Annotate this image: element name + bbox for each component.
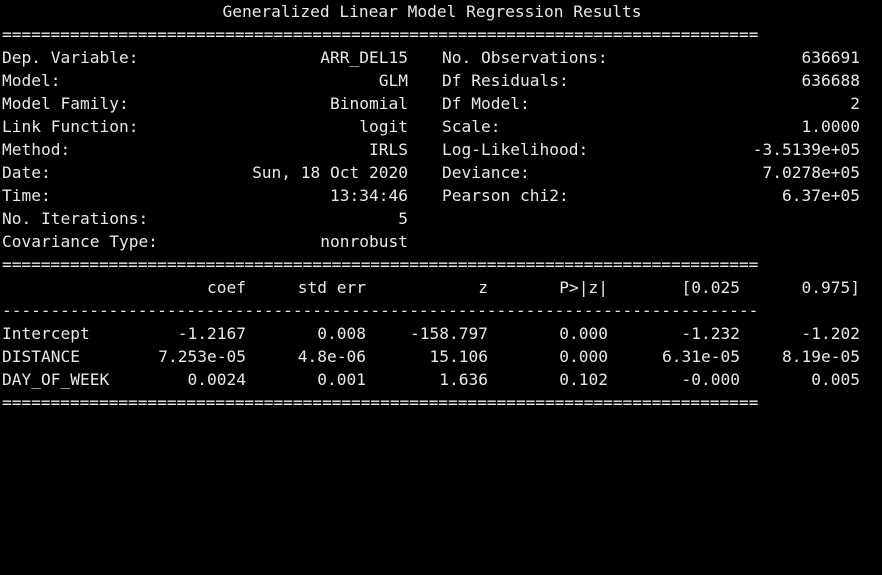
summary-left-key: Time: [2, 186, 51, 205]
summary-left-key: Method: [2, 140, 71, 159]
coef-table-header: coef std err z P>|z| [0.025 0.975] [2, 276, 880, 299]
summary-right-value: 6.37e+05 [782, 186, 860, 205]
summary-right-key: Df Model: [442, 94, 530, 113]
summary-row: Date: Sun, 18 Oct 2020 Deviance: 7.0278e… [2, 161, 880, 184]
summary-right-key: Deviance: [442, 163, 530, 182]
summary-row: Covariance Type: nonrobust [2, 230, 880, 253]
summary-left-key: Model: [2, 71, 61, 90]
summary-row: Dep. Variable: ARR_DEL15 No. Observation… [2, 46, 880, 69]
z-value: 1.636 [439, 370, 488, 389]
summary-right-value: 636688 [801, 71, 860, 90]
table-row: Intercept -1.2167 0.008 -158.797 0.000 -… [2, 322, 880, 345]
summary-right-key: Df Residuals: [442, 71, 569, 90]
ci-lower-value: -0.000 [681, 370, 740, 389]
z-value: -158.797 [410, 324, 488, 343]
double-rule-middle: ========================================… [2, 253, 880, 276]
header-z: z [478, 278, 488, 297]
coef-value: 7.253e-05 [158, 347, 246, 366]
summary-right-value: 1.0000 [801, 117, 860, 136]
std-err-value: 0.001 [317, 370, 366, 389]
summary-right-key: Log-Likelihood: [442, 140, 589, 159]
summary-left-value: GLM [378, 71, 408, 90]
summary-left-value: Sun, 18 Oct 2020 [252, 163, 408, 182]
single-rule-text: ----------------------------------------… [2, 301, 759, 320]
header-p-value: P>|z| [559, 278, 608, 297]
summary-left-key: Dep. Variable: [2, 48, 139, 67]
summary-row: Method: IRLS Log-Likelihood: -3.5139e+05 [2, 138, 880, 161]
summary-right-key: Pearson chi2: [442, 186, 569, 205]
header-ci-lower: [0.025 [681, 278, 740, 297]
summary-left-value: Binomial [330, 94, 408, 113]
ci-upper-value: 0.005 [811, 370, 860, 389]
ci-lower-value: -1.232 [681, 324, 740, 343]
p-value: 0.000 [559, 324, 608, 343]
summary-row: Model: GLM Df Residuals: 636688 [2, 69, 880, 92]
std-err-value: 4.8e-06 [297, 347, 366, 366]
summary-row: Link Function: logit Scale: 1.0000 [2, 115, 880, 138]
coef-value: 0.0024 [187, 370, 246, 389]
ci-lower-value: 6.31e-05 [662, 347, 740, 366]
double-rule-top: ========================================… [2, 23, 880, 46]
summary-right-key: No. Observations: [442, 48, 608, 67]
summary-right-key: Scale: [442, 117, 501, 136]
z-value: 15.106 [429, 347, 488, 366]
double-rule-middle-text: ========================================… [2, 255, 759, 274]
summary-left-value: logit [359, 117, 408, 136]
summary-left-value: 5 [398, 209, 408, 228]
summary-left-key: Model Family: [2, 94, 129, 113]
double-rule-bottom-text: ========================================… [2, 393, 759, 412]
double-rule-bottom: ========================================… [2, 391, 880, 414]
coef-value: -1.2167 [177, 324, 246, 343]
summary-right-value: 2 [850, 94, 860, 113]
header-std-err: std err [297, 278, 366, 297]
summary-right-value: 636691 [801, 48, 860, 67]
p-value: 0.102 [559, 370, 608, 389]
summary-left-key: Link Function: [2, 117, 139, 136]
header-coef: coef [207, 278, 246, 297]
std-err-value: 0.008 [317, 324, 366, 343]
table-row: DISTANCE 7.253e-05 4.8e-06 15.106 0.000 … [2, 345, 880, 368]
ci-upper-value: -1.202 [801, 324, 860, 343]
ci-upper-value: 8.19e-05 [782, 347, 860, 366]
double-rule-top-text: ========================================… [2, 25, 759, 44]
regression-results-console: Generalized Linear Model Regression Resu… [2, 0, 880, 414]
summary-right-value: 7.0278e+05 [762, 163, 860, 182]
summary-row: No. Iterations: 5 [2, 207, 880, 230]
results-title: Generalized Linear Model Regression Resu… [222, 2, 642, 21]
summary-left-key: Date: [2, 163, 51, 182]
p-value: 0.000 [559, 347, 608, 366]
summary-row: Model Family: Binomial Df Model: 2 [2, 92, 880, 115]
summary-row: Time: 13:34:46 Pearson chi2: 6.37e+05 [2, 184, 880, 207]
summary-left-value: nonrobust [320, 232, 408, 251]
header-ci-upper: 0.975] [801, 278, 860, 297]
summary-left-key: No. Iterations: [2, 209, 149, 228]
table-row: DAY_OF_WEEK 0.0024 0.001 1.636 0.102 -0.… [2, 368, 880, 391]
summary-left-value: ARR_DEL15 [320, 48, 408, 67]
summary-left-value: IRLS [369, 140, 408, 159]
single-rule: ----------------------------------------… [2, 299, 880, 322]
summary-left-key: Covariance Type: [2, 232, 158, 251]
summary-right-value: -3.5139e+05 [752, 140, 860, 159]
summary-left-value: 13:34:46 [330, 186, 408, 205]
